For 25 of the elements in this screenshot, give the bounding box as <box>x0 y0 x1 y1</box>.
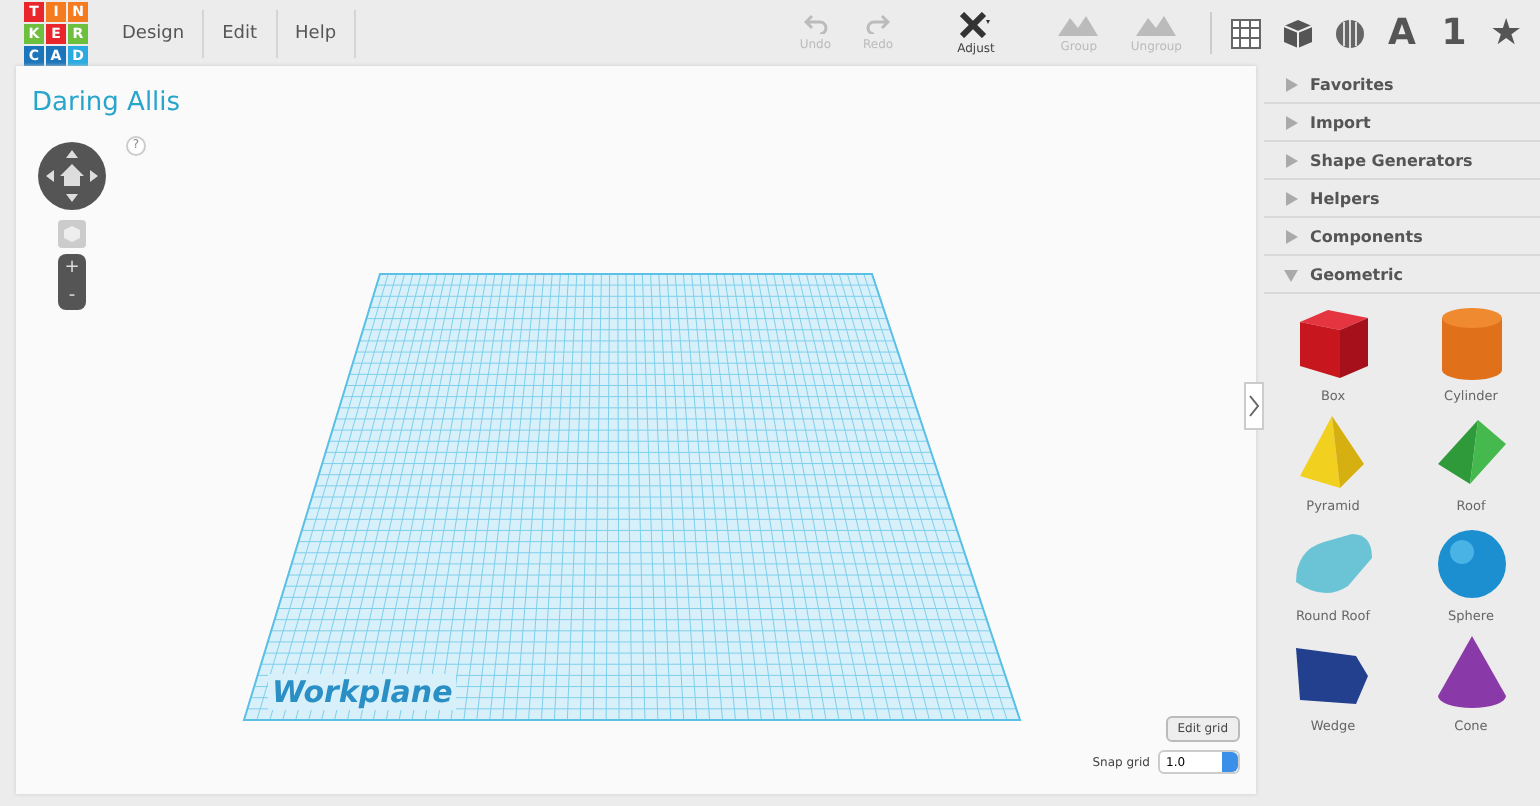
workplane-label: Workplane <box>268 674 457 710</box>
collapse-panel-handle[interactable] <box>1244 382 1264 430</box>
zoom-out-button[interactable]: - <box>58 282 86 310</box>
section-header[interactable]: Geometric <box>1264 256 1540 294</box>
section-header[interactable]: Helpers <box>1264 180 1540 218</box>
section-header[interactable]: Components <box>1264 218 1540 256</box>
view-button[interactable]: ★ <box>1484 12 1528 54</box>
menu-item[interactable]: Help <box>277 9 357 57</box>
view-button[interactable]: A <box>1380 12 1424 54</box>
view-button[interactable]: 1 <box>1432 12 1476 54</box>
redo-icon <box>866 14 891 34</box>
undo-icon <box>803 14 828 34</box>
menu-item[interactable]: Edit <box>204 9 278 57</box>
ruler-cross-icon <box>959 11 992 37</box>
cube-icon <box>1282 17 1314 49</box>
view-pad[interactable] <box>36 140 108 212</box>
chevron-right-icon <box>1248 394 1260 418</box>
mountains-icon <box>1058 13 1099 35</box>
zoom-in-button[interactable]: + <box>58 254 86 282</box>
menu-item[interactable]: Design <box>104 9 205 57</box>
section-header[interactable]: Import <box>1264 104 1540 142</box>
grid-icon <box>1230 17 1262 49</box>
section-header[interactable]: Shape Generators <box>1264 142 1540 180</box>
striped-ball-icon <box>1334 17 1366 49</box>
section-header[interactable]: Favorites <box>1264 66 1540 104</box>
